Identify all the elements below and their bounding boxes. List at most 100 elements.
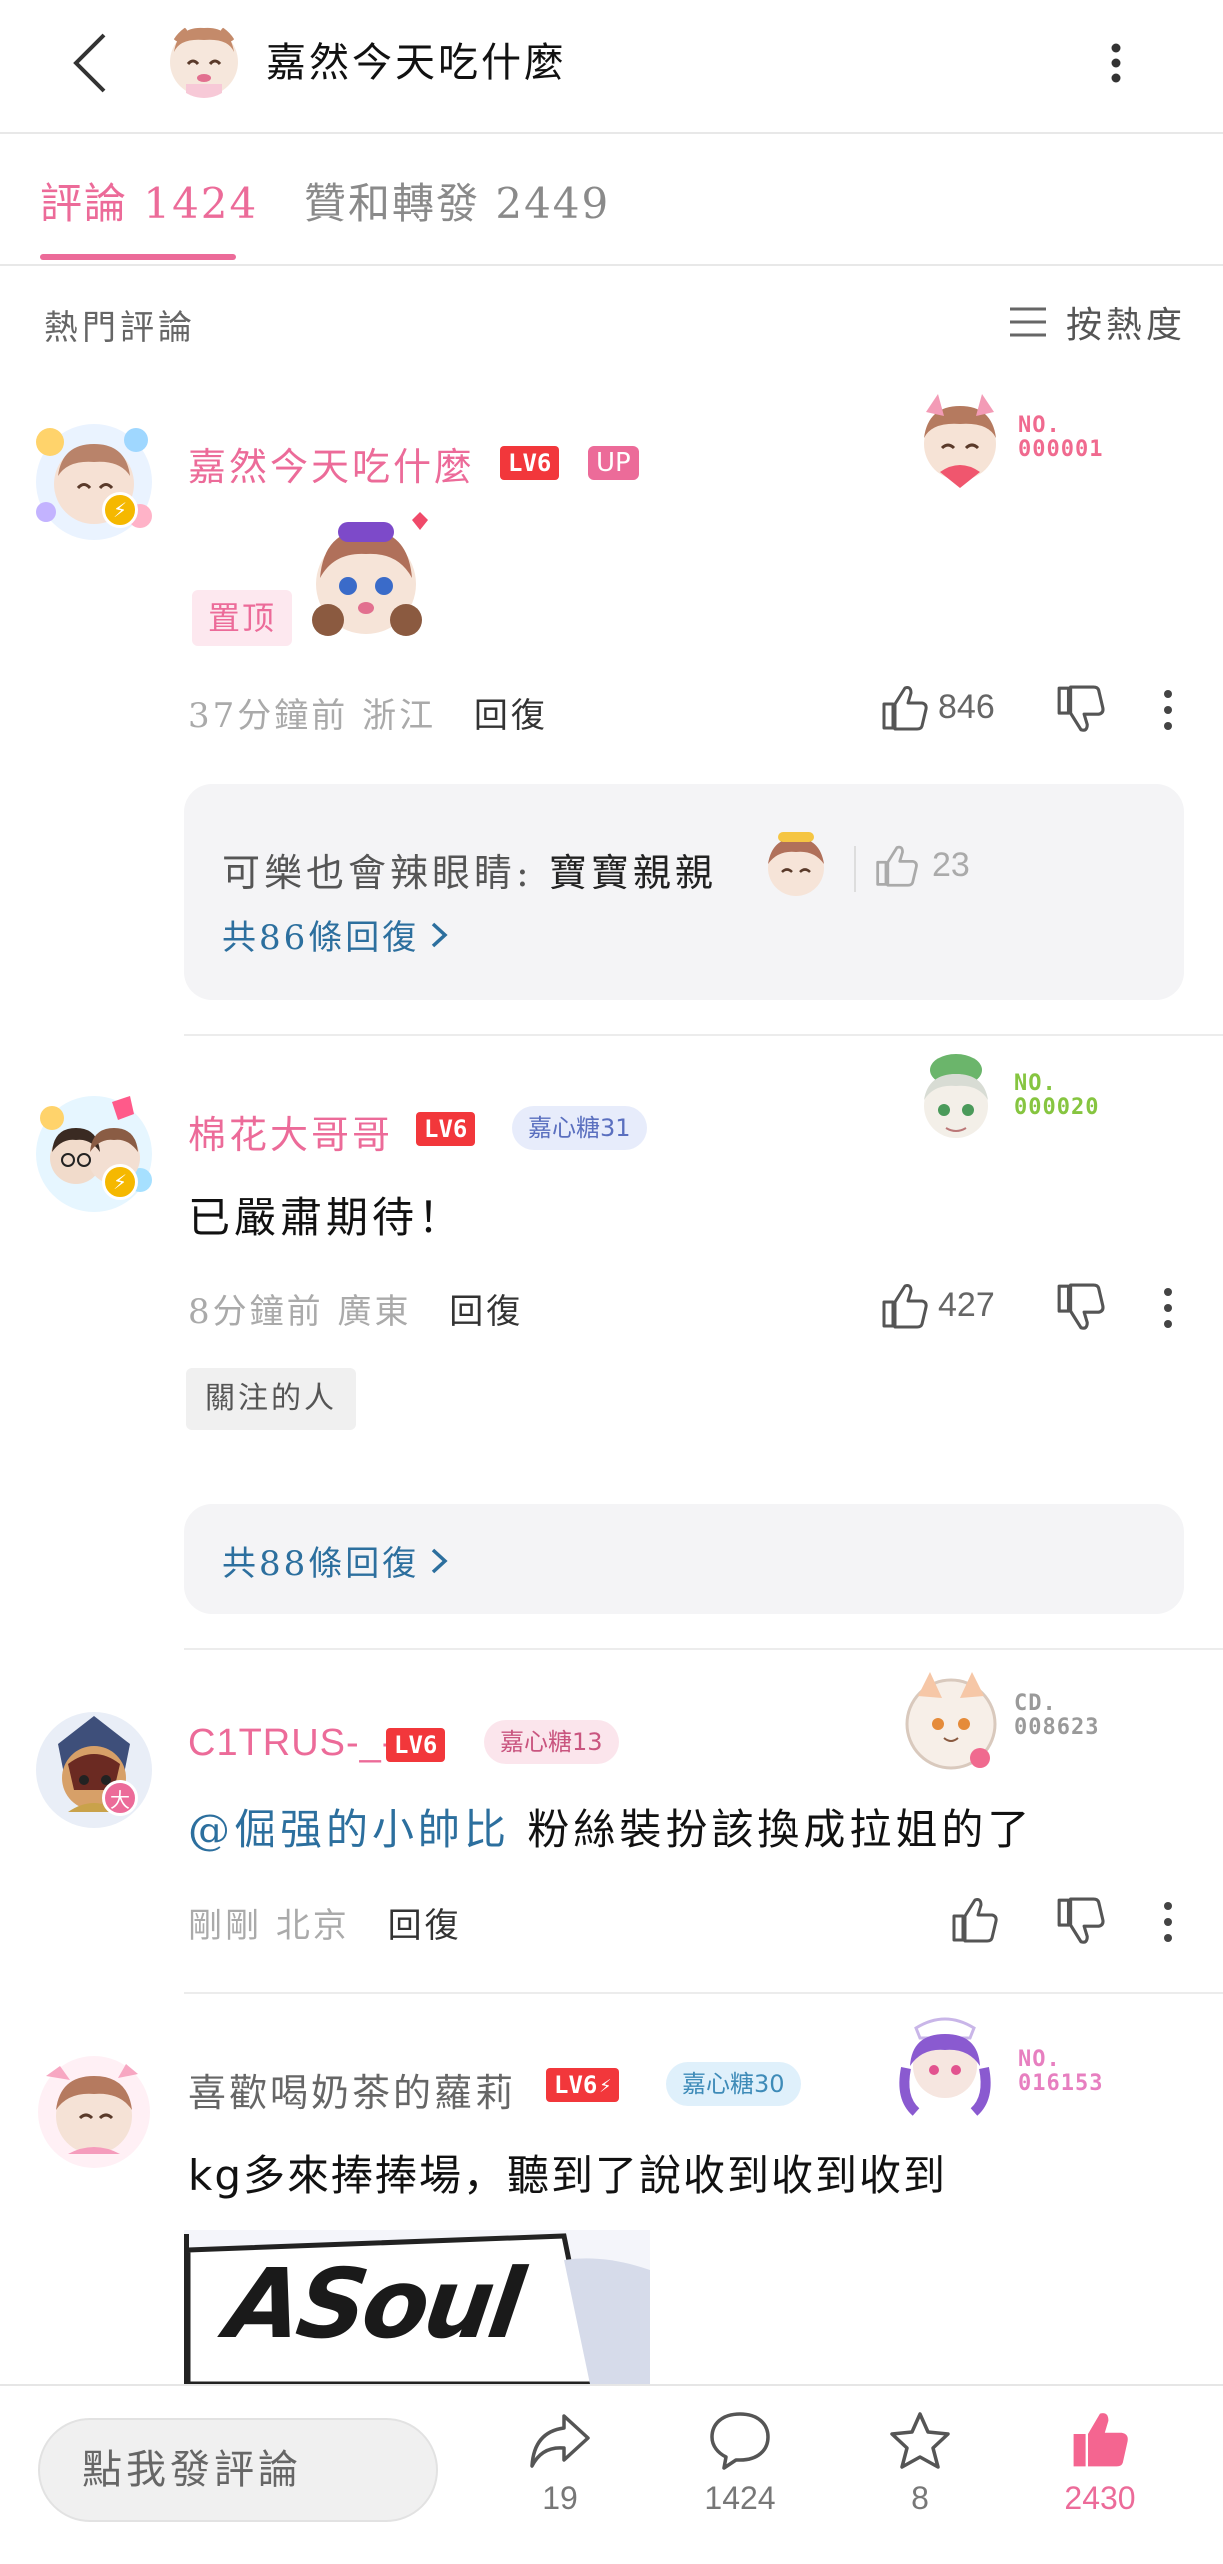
bear-sticker-icon	[312, 512, 428, 636]
tab-comments[interactable]: 評論 1424	[40, 170, 258, 231]
sub-reply-author[interactable]: 可樂也會辣眼睛:	[222, 851, 533, 895]
chevron-left-icon	[73, 33, 106, 93]
comment-image[interactable]: ASoul	[184, 2230, 650, 2384]
level-badge: LV6	[500, 446, 560, 480]
sort-button[interactable]: 按熱度	[1008, 296, 1186, 348]
pinned-tag: 置顶	[192, 590, 292, 646]
more-replies-label: 共88條回復	[222, 1544, 420, 1584]
share-arrow-icon	[530, 2414, 590, 2468]
maid-girl-garb-icon	[899, 2017, 991, 2116]
sub-reply-text: 寶寶親親	[548, 851, 717, 895]
comment-button[interactable]: 1424	[670, 2410, 810, 2517]
like-button[interactable]: 846	[880, 682, 1028, 732]
garb-badge: NO. 000020	[906, 1048, 1146, 1158]
sub-reply: 可樂也會辣眼睛: 寶寶親親	[222, 842, 717, 897]
reply-button[interactable]: 回復	[388, 1906, 462, 1946]
tab-bar: 評論 1424 贊和轉發 2449	[0, 134, 1223, 266]
garb-number: NO. 000020	[1014, 1071, 1100, 1120]
more-vertical-icon	[1164, 1288, 1172, 1328]
comment-time: 剛剛	[188, 1906, 262, 1946]
sub-reply-like[interactable]: 23	[874, 842, 970, 888]
reply-button[interactable]: 回復	[449, 1292, 523, 1332]
header-avatar[interactable]	[168, 22, 240, 98]
mention-link[interactable]: @倔强的小帥比	[188, 1805, 510, 1854]
share-button[interactable]: 19	[490, 2410, 630, 2517]
divider	[184, 1648, 1223, 1650]
thumbs-up-icon	[952, 1898, 998, 1943]
favorite-button[interactable]: 8	[850, 2410, 990, 2517]
sub-reply-divider	[854, 846, 856, 892]
like-button[interactable]	[950, 1894, 1000, 1944]
knight-avatar-icon	[36, 1712, 152, 1828]
fan-medal-badge: 嘉心糖13	[484, 1720, 619, 1764]
thumbs-up-icon	[882, 1284, 928, 1329]
sub-reply-like-count: 23	[932, 845, 970, 884]
comment-meta: 剛剛 北京 回復	[188, 1898, 462, 1947]
more-vertical-icon	[1164, 1902, 1172, 1942]
view-more-replies[interactable]: 共86條回復	[222, 910, 451, 959]
level-badge: LV6 ⚡	[546, 2068, 620, 2102]
level-badge: LV6	[416, 1112, 476, 1146]
garb-badge: NO. 000001	[910, 390, 1150, 500]
comment-more-button[interactable]	[1158, 1282, 1178, 1334]
comment-text: @倔强的小帥比 粉絲裝扮該換成拉姐的了	[188, 1796, 1033, 1857]
garb-badge: NO. 016153	[890, 2008, 1130, 2118]
back-button[interactable]	[60, 28, 120, 98]
avatar[interactable]: 大	[28, 1704, 160, 1836]
avatar[interactable]: ⚡	[28, 416, 160, 548]
like-button[interactable]: 427	[880, 1280, 1028, 1330]
thumbs-up-icon	[882, 686, 928, 731]
more-options-button[interactable]	[1096, 28, 1136, 98]
comment-username[interactable]: 棉花大哥哥	[188, 1104, 393, 1159]
lightning-badge-icon: ⚡	[102, 492, 138, 528]
garb-number: NO. 000001	[1018, 413, 1104, 462]
vip-badge: 大	[102, 1780, 138, 1816]
divider	[184, 1034, 1223, 1036]
avatar[interactable]	[28, 2046, 160, 2178]
sticker-image	[758, 828, 834, 898]
like-count: 846	[938, 687, 995, 726]
top-bar: 嘉然今天吃什麼	[0, 0, 1223, 134]
chevron-right-icon	[432, 1548, 448, 1573]
thumbs-up-filled-icon	[1073, 2413, 1128, 2467]
avatar[interactable]: ⚡	[28, 1088, 160, 1220]
reply-button[interactable]: 回復	[474, 696, 548, 736]
up-badge: UP	[588, 446, 639, 480]
share-count: 19	[542, 2480, 578, 2516]
favorite-count: 8	[911, 2480, 929, 2516]
mini-sticker-icon	[768, 832, 824, 896]
comment-more-button[interactable]	[1158, 684, 1178, 736]
like-post-button[interactable]: 2430	[1030, 2410, 1170, 2517]
reply-preview-box[interactable]: 可樂也會辣眼睛: 寶寶親親 23 共86條回復	[184, 784, 1184, 1000]
comment-time: 37分鐘前	[188, 696, 349, 736]
cat-garb-icon	[905, 1672, 997, 1770]
thumbs-down-icon	[1057, 1283, 1105, 1330]
fan-medal-badge: 嘉心糖31	[512, 1106, 647, 1150]
comment-time: 8分鐘前	[188, 1292, 324, 1332]
comment-text: 已嚴肅期待！	[188, 1193, 465, 1242]
menu-lines-icon	[1010, 307, 1046, 337]
dislike-button[interactable]	[1055, 1282, 1107, 1334]
more-vertical-icon	[1111, 43, 1121, 83]
thumbs-up-icon	[876, 845, 918, 887]
comment-body: 粉絲裝扮該換成拉姐的了	[510, 1805, 1034, 1854]
star-icon	[890, 2412, 950, 2469]
comment-username[interactable]: 嘉然今天吃什麼	[188, 436, 475, 491]
comment-username[interactable]: 喜歡喝奶茶的蘿莉	[188, 2062, 516, 2117]
dislike-button[interactable]	[1055, 684, 1107, 736]
comment-more-button[interactable]	[1158, 1896, 1178, 1948]
comment-text: kg多來捧捧場，聽到了說收到收到收到	[188, 2151, 947, 2200]
chevron-right-icon	[432, 922, 448, 947]
tab-likes-reposts[interactable]: 贊和轉發 2449	[304, 170, 610, 231]
sort-label: 按熱度	[1066, 305, 1187, 346]
reply-preview-box[interactable]: 共88條回復	[184, 1504, 1184, 1614]
level-badge: LV6	[386, 1728, 446, 1762]
asoul-logo-text: ASoul	[220, 2248, 527, 2360]
comment-username[interactable]: C1TRUS-_-	[188, 1722, 395, 1765]
comment-input[interactable]: 點我發評論	[38, 2418, 438, 2522]
sticker-image	[302, 508, 442, 648]
fan-medal-badge: 嘉心糖30	[666, 2062, 801, 2106]
dislike-button[interactable]	[1055, 1896, 1107, 1948]
view-more-replies[interactable]: 共88條回復	[222, 1536, 451, 1585]
lightning-icon: ⚡	[599, 2073, 612, 2097]
